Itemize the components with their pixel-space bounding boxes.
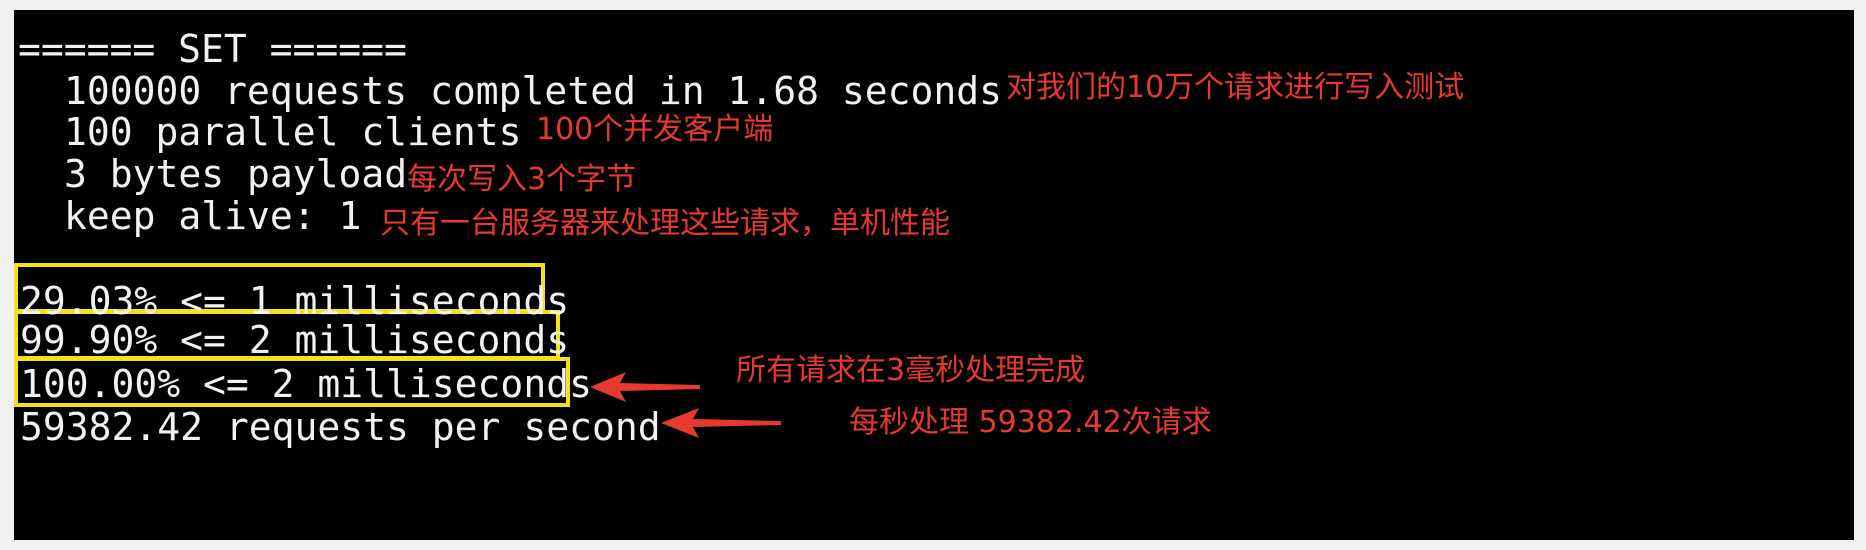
payload-line: 3 bytes payload — [64, 152, 408, 196]
terminal-window: ====== SET ====== 100000 requests comple… — [14, 10, 1854, 540]
keep-alive-annotation: 只有一台服务器来处理这些请求，单机性能 — [380, 206, 950, 241]
completion-annotation: 所有请求在3毫秒处理完成 — [736, 353, 1086, 388]
clients-annotation: 100个并发客户端 — [536, 112, 774, 147]
completion-arrow-icon — [590, 372, 700, 402]
requests-completed-line: 100000 requests completed in 1.68 second… — [64, 69, 1002, 113]
set-header: ====== SET ====== — [18, 27, 407, 71]
parallel-clients-line: 100 parallel clients — [64, 110, 522, 154]
requests-per-second-line: 59382.42 requests per second — [20, 405, 661, 449]
payload-annotation: 每次写入3个字节 — [407, 162, 637, 197]
requests-annotation: 对我们的10万个请求进行写入测试 — [1006, 70, 1465, 105]
throughput-annotation: 每秒处理 59382.42次请求 — [849, 405, 1212, 440]
latency-line-2: 99.90% <= 2 milliseconds — [20, 318, 570, 362]
keep-alive-line: keep alive: 1 — [64, 194, 362, 238]
throughput-arrow-icon — [661, 408, 781, 438]
latency-line-3: 100.00% <= 2 milliseconds — [20, 362, 592, 406]
